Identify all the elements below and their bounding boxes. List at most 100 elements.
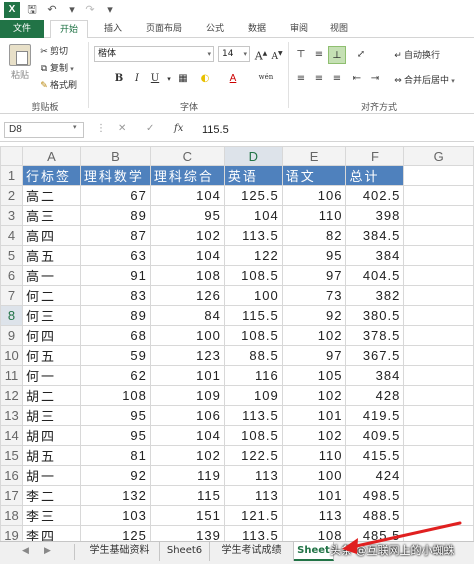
tab-home[interactable]: 开始 <box>50 20 88 39</box>
align-middle-icon[interactable]: ≡ <box>312 48 326 62</box>
chinese-cell[interactable]: 100 <box>281 465 347 487</box>
english-cell[interactable]: 121.5 <box>223 505 283 527</box>
total-cell[interactable]: 380.5 <box>345 305 405 327</box>
column-header[interactable]: F <box>345 146 405 167</box>
label-cell[interactable]: 高四 <box>21 225 81 247</box>
empty-cell[interactable] <box>403 505 474 527</box>
total-cell[interactable]: 384.5 <box>345 225 405 247</box>
chinese-cell[interactable]: 92 <box>281 305 347 327</box>
total-cell[interactable]: 367.5 <box>345 345 405 367</box>
chinese-cell[interactable]: 101 <box>281 485 347 507</box>
empty-cell[interactable] <box>403 405 474 427</box>
math-cell[interactable]: 103 <box>79 505 151 527</box>
row-header[interactable]: 15 <box>0 445 23 467</box>
english-cell[interactable]: 113 <box>223 465 283 487</box>
empty-cell[interactable] <box>403 385 474 407</box>
column-header[interactable]: G <box>403 146 474 167</box>
label-cell[interactable]: 何一 <box>21 365 81 387</box>
empty-cell[interactable] <box>403 325 474 347</box>
math-cell[interactable]: 67 <box>79 185 151 207</box>
total-cell[interactable]: 498.5 <box>345 485 405 507</box>
tab-file[interactable]: 文件 <box>0 20 44 38</box>
total-cell[interactable]: 485.5 <box>345 525 405 541</box>
underline-button[interactable]: U <box>148 72 162 86</box>
tab-page-layout[interactable]: 页面布局 <box>136 20 192 38</box>
science-cell[interactable]: 126 <box>149 285 225 307</box>
align-right-icon[interactable]: ≡ <box>330 72 344 86</box>
header-cell[interactable]: 语文 <box>281 165 347 187</box>
chinese-cell[interactable]: 97 <box>281 345 347 367</box>
label-cell[interactable]: 何四 <box>21 325 81 347</box>
math-cell[interactable]: 95 <box>79 425 151 447</box>
row-header[interactable]: 13 <box>0 405 23 427</box>
math-cell[interactable]: 87 <box>79 225 151 247</box>
chinese-cell[interactable]: 82 <box>281 225 347 247</box>
science-cell[interactable]: 102 <box>149 445 225 467</box>
math-cell[interactable]: 92 <box>79 465 151 487</box>
english-cell[interactable]: 109 <box>223 385 283 407</box>
tab-view[interactable]: 视图 <box>322 20 356 38</box>
label-cell[interactable]: 高二 <box>21 185 81 207</box>
chinese-cell[interactable]: 101 <box>281 405 347 427</box>
align-bottom-icon[interactable]: ⊥ <box>328 46 346 64</box>
english-cell[interactable]: 88.5 <box>223 345 283 367</box>
science-cell[interactable]: 115 <box>149 485 225 507</box>
header-cell[interactable]: 总计 <box>345 165 405 187</box>
science-cell[interactable]: 151 <box>149 505 225 527</box>
formula-input[interactable]: 115.5 <box>196 122 472 138</box>
row-header[interactable]: 8 <box>0 305 23 327</box>
label-cell[interactable]: 高一 <box>21 265 81 287</box>
sheet-tab-active[interactable]: Sheet <box>294 542 334 561</box>
row-header[interactable]: 6 <box>0 265 23 287</box>
row-header[interactable]: 11 <box>0 365 23 387</box>
row-header[interactable]: 17 <box>0 485 23 507</box>
row-header[interactable]: 12 <box>0 385 23 407</box>
english-cell[interactable]: 122 <box>223 245 283 267</box>
science-cell[interactable]: 102 <box>149 225 225 247</box>
row-header[interactable]: 3 <box>0 205 23 227</box>
math-cell[interactable]: 125 <box>79 525 151 541</box>
total-cell[interactable]: 419.5 <box>345 405 405 427</box>
row-header[interactable]: 14 <box>0 425 23 447</box>
empty-cell[interactable] <box>403 165 474 187</box>
label-cell[interactable]: 高五 <box>21 245 81 267</box>
font-color-icon[interactable]: A <box>226 72 240 86</box>
label-cell[interactable]: 胡三 <box>21 405 81 427</box>
empty-cell[interactable] <box>403 425 474 447</box>
total-cell[interactable]: 415.5 <box>345 445 405 467</box>
header-cell[interactable]: 行标签 <box>21 165 81 187</box>
chinese-cell[interactable]: 97 <box>281 265 347 287</box>
empty-cell[interactable] <box>403 365 474 387</box>
science-cell[interactable]: 95 <box>149 205 225 227</box>
save-icon[interactable]: 🖫 <box>24 2 40 18</box>
empty-cell[interactable] <box>403 185 474 207</box>
chinese-cell[interactable]: 102 <box>281 385 347 407</box>
merge-center-button[interactable]: ⇔ 合并后居中 ▾ <box>392 73 455 87</box>
total-cell[interactable]: 488.5 <box>345 505 405 527</box>
total-cell[interactable]: 382 <box>345 285 405 307</box>
empty-cell[interactable] <box>403 265 474 287</box>
empty-cell[interactable] <box>403 465 474 487</box>
align-top-icon[interactable]: ⊤ <box>294 48 308 62</box>
cut-button[interactable]: ✂ 剪切 <box>38 44 68 58</box>
row-header[interactable]: 1 <box>0 165 23 187</box>
english-cell[interactable]: 116 <box>223 365 283 387</box>
row-header[interactable]: 5 <box>0 245 23 267</box>
underline-dropdown-icon[interactable]: ▾ <box>162 72 176 86</box>
insert-function-icon[interactable]: fx <box>174 123 183 134</box>
decrease-indent-icon[interactable]: ⇤ <box>350 72 364 86</box>
label-cell[interactable]: 李三 <box>21 505 81 527</box>
empty-cell[interactable] <box>403 525 474 541</box>
label-cell[interactable]: 何五 <box>21 345 81 367</box>
science-cell[interactable]: 101 <box>149 365 225 387</box>
column-header[interactable]: E <box>281 146 347 167</box>
science-cell[interactable]: 123 <box>149 345 225 367</box>
header-cell[interactable]: 理科数学 <box>79 165 151 187</box>
total-cell[interactable]: 398 <box>345 205 405 227</box>
font-name-select[interactable]: 楷体 ▾ <box>94 46 214 62</box>
math-cell[interactable]: 59 <box>79 345 151 367</box>
science-cell[interactable]: 109 <box>149 385 225 407</box>
row-header[interactable]: 10 <box>0 345 23 367</box>
english-cell[interactable]: 113.5 <box>223 405 283 427</box>
math-cell[interactable]: 95 <box>79 405 151 427</box>
